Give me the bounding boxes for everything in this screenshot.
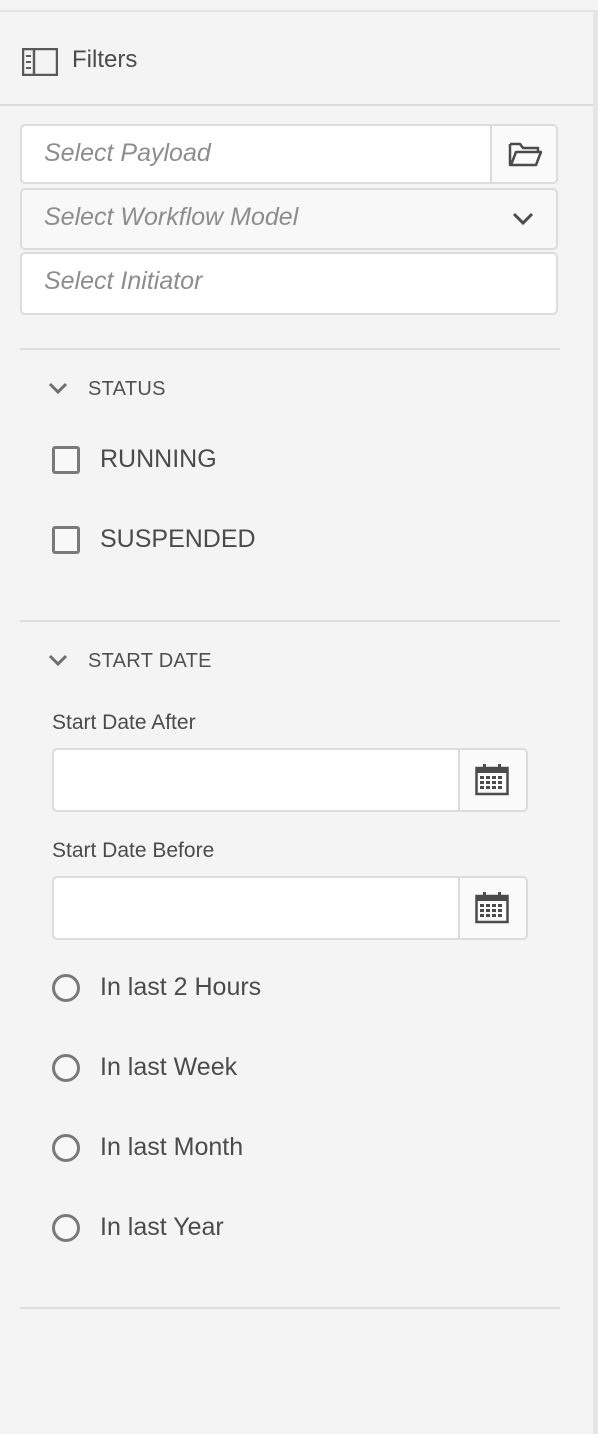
range-label-month: In last Month [100,1133,244,1161]
browse-payload-button[interactable] [490,126,556,182]
sidebar-panel-icon[interactable] [21,47,59,77]
chevron-down-icon [512,212,534,231]
workflow-model-select[interactable]: Select Workflow Model [20,188,558,250]
start-date-after-calendar-button[interactable] [458,750,526,810]
panel-title: Filters [72,46,138,73]
start-date-before-calendar-button[interactable] [458,878,526,938]
payload-field[interactable]: Select Payload [20,124,558,184]
range-radio-year[interactable] [52,1214,80,1242]
start-date-before-input[interactable] [52,876,528,940]
initiator-placeholder: Select Initiator [44,267,203,295]
range-radio-2-hours[interactable] [52,974,80,1002]
running-checkbox[interactable] [52,446,80,474]
start-date-after-input[interactable] [52,748,528,812]
range-radio-week[interactable] [52,1054,80,1082]
payload-placeholder: Select Payload [44,139,211,167]
panel-right-edge [593,12,598,1434]
chevron-down-icon [48,382,68,395]
status-section-title: STATUS [88,378,166,400]
start-date-section-title: START DATE [88,650,212,672]
running-label: RUNNING [100,445,217,473]
start-date-after-label: Start Date After [52,711,196,734]
chevron-down-icon [48,654,68,667]
range-label-year: In last Year [100,1213,224,1241]
workflow-model-placeholder: Select Workflow Model [44,203,299,231]
section-divider [20,348,560,350]
suspended-checkbox[interactable] [52,526,80,554]
range-label-2-hours: In last 2 Hours [100,973,262,1001]
filters-header: Filters [0,12,593,106]
range-label-week: In last Week [100,1053,238,1081]
start-date-section-toggle[interactable]: START DATE [48,650,268,676]
range-radio-month[interactable] [52,1134,80,1162]
initiator-field[interactable]: Select Initiator [20,252,558,315]
status-section-toggle[interactable]: STATUS [48,378,248,404]
section-divider [20,1307,560,1309]
start-date-before-label: Start Date Before [52,839,215,862]
header-divider [0,104,593,106]
section-divider [20,620,560,622]
suspended-label: SUSPENDED [100,525,256,553]
